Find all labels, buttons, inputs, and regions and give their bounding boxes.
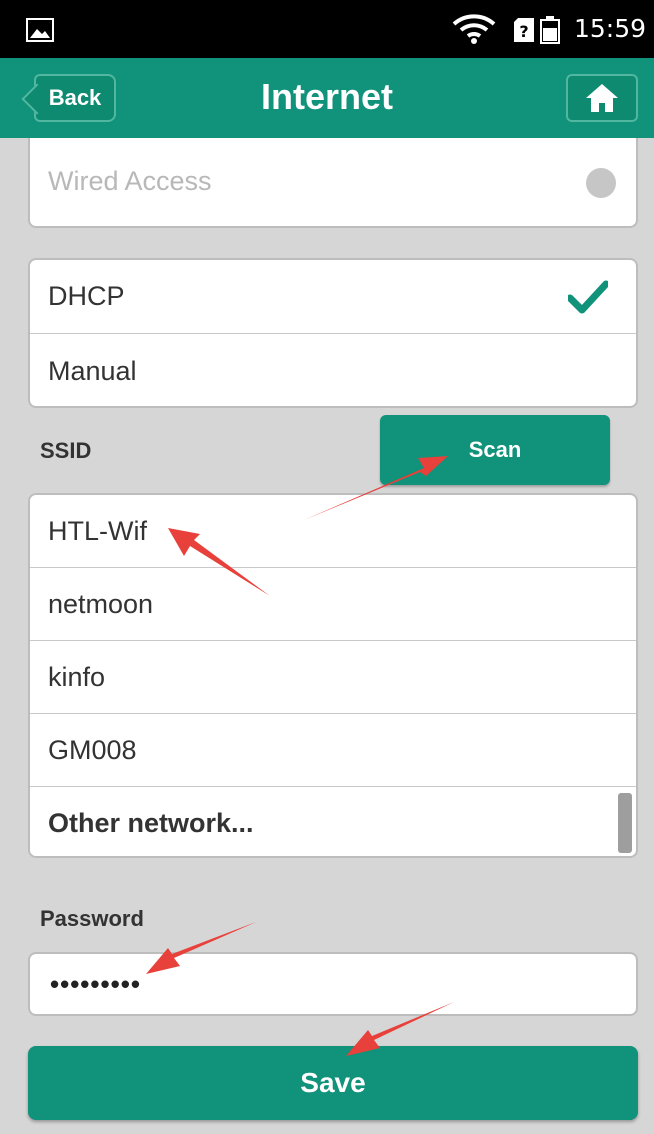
- network-name: GM008: [48, 734, 137, 765]
- status-bar: ? 15:59: [0, 0, 654, 58]
- check-icon: [568, 280, 608, 314]
- list-item[interactable]: HTL-Wif: [30, 495, 636, 568]
- battery-icon: [540, 16, 560, 44]
- option-dhcp-label: DHCP: [48, 281, 125, 311]
- list-item[interactable]: netmoon: [30, 568, 636, 641]
- network-name: HTL-Wif: [48, 515, 147, 546]
- other-network-label: Other network...: [48, 807, 254, 838]
- home-button[interactable]: [566, 74, 638, 122]
- password-label: Password: [40, 906, 144, 931]
- ip-mode-card: DHCP Manual: [28, 258, 638, 408]
- header: Back Internet: [0, 58, 654, 138]
- page-title: Internet: [260, 76, 393, 117]
- password-field[interactable]: •••••••••: [28, 952, 638, 1016]
- network-name: kinfo: [48, 661, 106, 692]
- option-dhcp[interactable]: DHCP: [30, 260, 636, 334]
- option-manual-label: Manual: [48, 355, 137, 386]
- wired-access-row[interactable]: Wired Access: [30, 138, 636, 224]
- scrollbar[interactable]: [618, 793, 632, 853]
- image-icon: [26, 18, 54, 42]
- clock: 15:59: [574, 14, 647, 43]
- list-item[interactable]: kinfo: [30, 641, 636, 714]
- save-button[interactable]: Save: [28, 1046, 638, 1120]
- option-manual[interactable]: Manual: [30, 334, 636, 406]
- home-icon: [586, 84, 618, 112]
- ssid-label: SSID: [40, 438, 92, 463]
- list-item[interactable]: GM008: [30, 714, 636, 787]
- wifi-icon: [452, 14, 496, 44]
- scan-button[interactable]: Scan: [380, 415, 610, 485]
- sim-icon: ?: [514, 18, 534, 42]
- other-network-item[interactable]: Other network...: [30, 787, 636, 856]
- network-name: netmoon: [48, 588, 154, 619]
- wired-access-label: Wired Access: [48, 165, 212, 196]
- network-list: HTL-Wif netmoon kinfo GM008 Other networ…: [28, 493, 638, 858]
- wired-status-indicator: [586, 168, 616, 198]
- svg-text:?: ?: [519, 22, 528, 41]
- wired-access-card: Wired Access: [28, 138, 638, 228]
